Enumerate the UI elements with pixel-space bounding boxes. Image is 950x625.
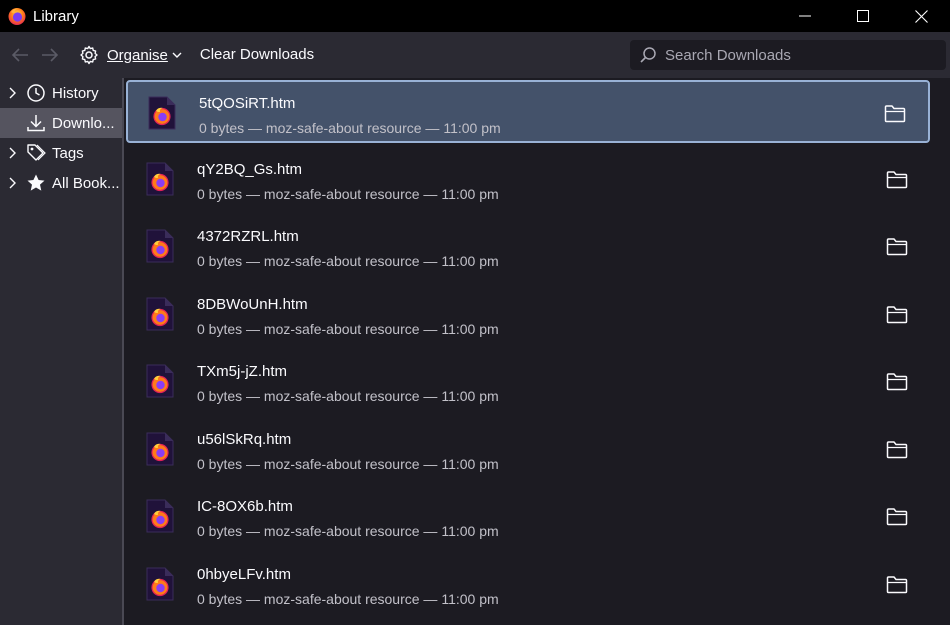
- sidebar-item-history[interactable]: History: [0, 78, 122, 108]
- sidebar-item-all-bookmarks[interactable]: All Book...: [0, 168, 122, 198]
- maximize-button[interactable]: [834, 0, 892, 32]
- download-details: 0 bytes — moz-safe-about resource — 11:0…: [197, 590, 499, 607]
- sidebar-item-tags[interactable]: Tags: [0, 138, 122, 168]
- folder-icon[interactable]: [886, 305, 908, 325]
- folder-icon[interactable]: [886, 170, 908, 190]
- download-filename: IC-8OX6b.htm: [197, 498, 293, 515]
- folder-icon[interactable]: [886, 575, 908, 595]
- maximize-icon: [857, 10, 869, 22]
- chevron-right-icon[interactable]: [8, 177, 20, 189]
- firefox-file-icon: [148, 96, 176, 130]
- folder-icon[interactable]: [884, 104, 906, 124]
- download-filename: qY2BQ_Gs.htm: [197, 160, 303, 178]
- firefox-file-icon: [146, 499, 174, 533]
- folder-icon[interactable]: [886, 237, 908, 257]
- sidebar-item-label: Downlo...: [52, 114, 115, 132]
- download-details: 0 bytes — moz-safe-about resource — 11:0…: [197, 455, 499, 472]
- download-icon: [26, 113, 46, 133]
- download-filename: 0hbyeLFv.htm: [197, 565, 291, 583]
- search-box[interactable]: [630, 40, 946, 70]
- gear-icon: [80, 45, 98, 65]
- firefox-icon: [8, 8, 26, 25]
- chevron-right-icon[interactable]: [8, 147, 20, 159]
- download-row[interactable]: IC-8OX6b.htm 0 bytes — moz-safe-about res…: [126, 485, 930, 548]
- folder-icon[interactable]: [886, 440, 908, 460]
- search-input[interactable]: [663, 45, 937, 65]
- arrow-right-icon: [42, 48, 59, 62]
- window-title: Library: [33, 7, 79, 25]
- download-row[interactable]: 0hbyeLFv.htm 0 bytes — moz-safe-about res…: [126, 553, 930, 616]
- downloads-list[interactable]: 5tQOSiRT.htm 0 bytes — moz-safe-about res…: [124, 78, 950, 625]
- firefox-file-icon: [146, 297, 174, 330]
- organise-button[interactable]: Organise: [75, 40, 186, 70]
- sidebar-item-label: History: [52, 84, 99, 102]
- download-filename: 4372RZRL.htm: [197, 228, 299, 245]
- firefox-file-icon: [146, 364, 174, 398]
- download-filename: u56lSkRq.htm: [197, 430, 292, 448]
- window-controls: [776, 0, 950, 32]
- close-button[interactable]: [892, 0, 950, 32]
- star-icon: [26, 173, 46, 193]
- download-row[interactable]: 5tQOSiRT.htm 0 bytes — moz-safe-about res…: [126, 80, 930, 143]
- arrow-left-icon: [11, 48, 28, 62]
- sidebar-item-downloads[interactable]: Downlo...: [0, 108, 122, 138]
- download-details: 0 bytes — moz-safe-about resource — 11:0…: [197, 185, 499, 202]
- chevron-down-icon: [172, 52, 182, 58]
- download-row[interactable]: u56lSkRq.htm 0 bytes — moz-safe-about res…: [126, 418, 930, 481]
- toolbar: Organise Clear Downloads: [0, 32, 950, 78]
- title-bar: Library: [0, 0, 950, 32]
- download-details: 0 bytes — moz-safe-about resource — 11:0…: [197, 320, 499, 337]
- firefox-file-icon: [146, 432, 174, 465]
- close-icon: [914, 9, 928, 23]
- download-row[interactable]: qY2BQ_Gs.htm 0 bytes — moz-safe-about res…: [126, 148, 930, 211]
- download-details: 0 bytes — moz-safe-about resource — 11:0…: [199, 120, 501, 136]
- back-button[interactable]: [5, 40, 35, 70]
- download-filename: 5tQOSiRT.htm: [199, 95, 296, 112]
- download-row[interactable]: 8DBWoUnH.htm 0 bytes — moz-safe-about res…: [126, 283, 930, 346]
- search-icon: [640, 47, 656, 63]
- download-details: 0 bytes — moz-safe-about resource — 11:0…: [197, 253, 499, 269]
- sidebar: History Downlo... Tags All Book...: [0, 78, 124, 625]
- download-filename: TXm5j-jZ.htm: [197, 363, 287, 380]
- folder-icon[interactable]: [886, 507, 908, 527]
- clock-icon: [26, 83, 46, 103]
- download-filename: 8DBWoUnH.htm: [197, 295, 308, 313]
- firefox-file-icon: [146, 162, 174, 195]
- sidebar-item-label: All Book...: [52, 174, 120, 192]
- organise-label: Organise: [107, 46, 168, 64]
- chevron-right-icon[interactable]: [8, 87, 20, 99]
- folder-icon[interactable]: [886, 372, 908, 392]
- minimize-icon: [799, 15, 811, 17]
- clear-downloads-button[interactable]: Clear Downloads: [200, 40, 314, 70]
- download-details: 0 bytes — moz-safe-about resource — 11:0…: [197, 388, 499, 404]
- sidebar-item-label: Tags: [52, 144, 84, 162]
- download-row[interactable]: TXm5j-jZ.htm 0 bytes — moz-safe-about res…: [126, 350, 930, 413]
- download-details: 0 bytes — moz-safe-about resource — 11:0…: [197, 523, 499, 539]
- minimize-button[interactable]: [776, 0, 834, 32]
- forward-button[interactable]: [35, 40, 65, 70]
- firefox-file-icon: [146, 229, 174, 263]
- download-row[interactable]: 4372RZRL.htm 0 bytes — moz-safe-about res…: [126, 215, 930, 278]
- tags-icon: [26, 143, 46, 163]
- firefox-file-icon: [146, 567, 174, 600]
